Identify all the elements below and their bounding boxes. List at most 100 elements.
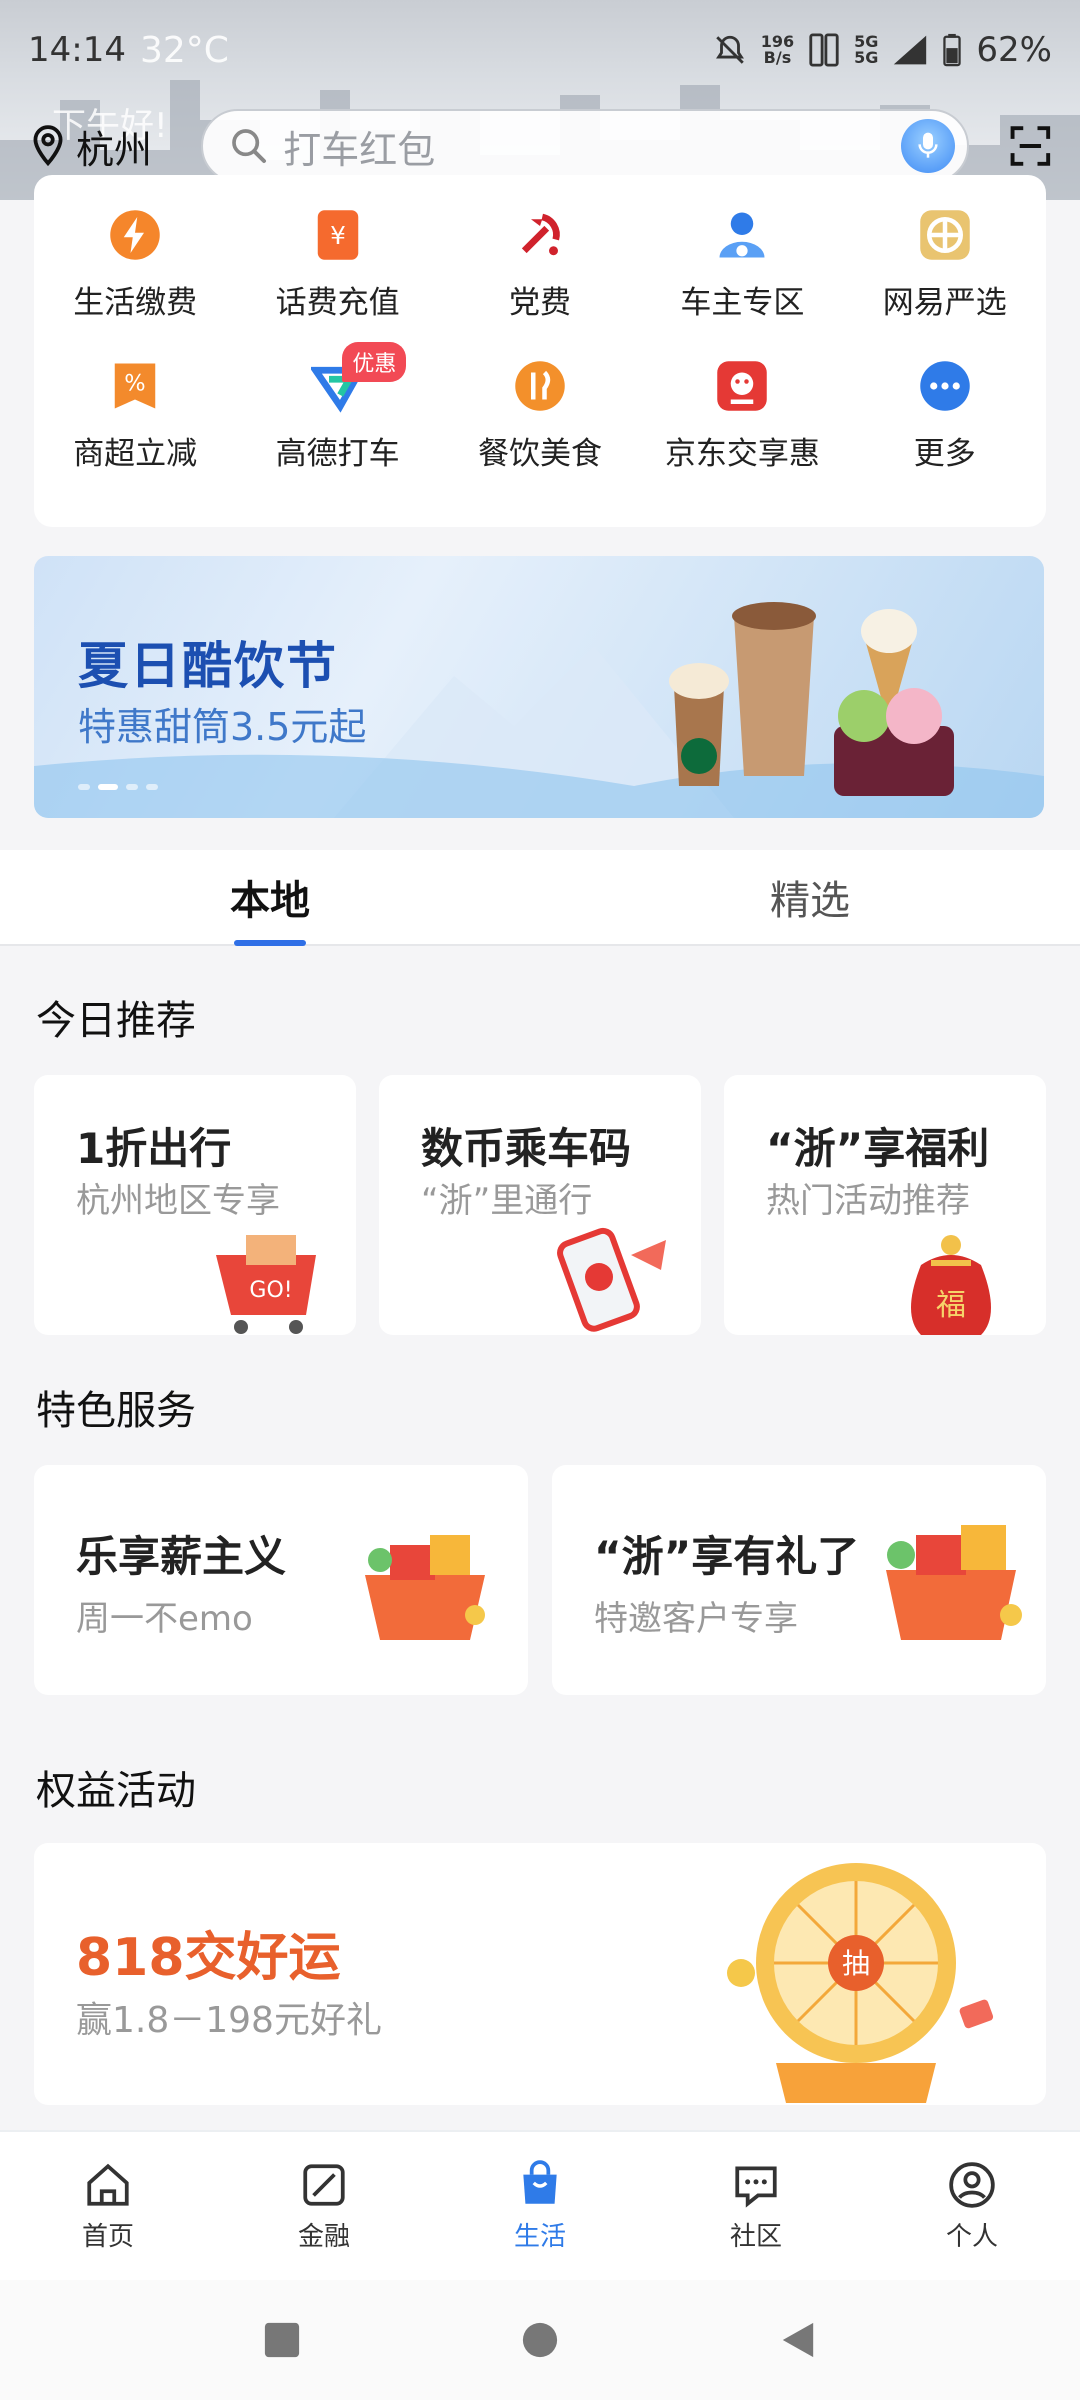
battery-percent: 62%: [976, 30, 1052, 70]
gift-basket-icon: [365, 1535, 485, 1640]
card-title: 1折出行: [76, 1124, 232, 1173]
more-icon: [915, 356, 975, 416]
gift-basket-icon: [886, 1525, 1022, 1640]
network-speed: 196 B/s: [760, 32, 795, 67]
nav-life[interactable]: 生活: [432, 2132, 648, 2280]
banner-subtitle: 特惠甜筒3.5元起: [78, 705, 367, 749]
driver-icon: [712, 205, 772, 265]
jd-icon: [712, 356, 772, 416]
card-subtitle: 杭州地区专享: [76, 1181, 280, 1221]
service-label: 商超立减: [73, 436, 198, 472]
community-icon: [735, 2165, 777, 2208]
nav-label: 金融: [297, 2221, 350, 2252]
voice-search-button[interactable]: [901, 119, 956, 173]
featured-card-zhe-gifts[interactable]: “浙”享有礼了 特邀客户专享: [552, 1465, 1046, 1695]
section-title-featured: 特色服务: [36, 1388, 196, 1434]
service-item-jd[interactable]: 京东交享惠: [641, 356, 843, 507]
featured-card-salary[interactable]: 乐享薪主义 周一不emo: [34, 1465, 528, 1695]
back-triangle-icon[interactable]: [779, 2321, 817, 2359]
drinks-icecream-image: [669, 602, 954, 796]
home-circle-icon[interactable]: [521, 2321, 559, 2359]
card-subtitle: 特邀客户专享: [594, 1599, 798, 1639]
microphone-icon: [918, 132, 938, 158]
promo-badge: 优惠: [342, 342, 407, 382]
wheel-center-text: 抽: [842, 1947, 870, 1980]
svg-text:%: %: [124, 371, 145, 397]
signal-icon: [894, 35, 927, 65]
nav-label: 生活: [513, 2221, 566, 2252]
card-subtitle: “浙”里通行: [421, 1181, 593, 1221]
city-name: 杭州: [76, 127, 153, 172]
discount-icon: %: [105, 356, 165, 416]
service-item-supermarket-discount[interactable]: % 商超立减: [34, 356, 236, 507]
shopping-cart-icon: GO!: [216, 1235, 316, 1334]
today-card-zhe-benefits[interactable]: “浙”享福利 热门活动推荐 福: [724, 1075, 1046, 1335]
service-label: 网易严选: [882, 285, 1007, 321]
service-label: 餐饮美食: [477, 436, 602, 472]
svg-text:福: 福: [936, 1288, 966, 1323]
nav-finance[interactable]: 金融: [216, 2132, 432, 2280]
card-subtitle: 周一不emo: [76, 1599, 253, 1639]
service-label: 党费: [508, 285, 571, 321]
network-type: 5G 5G: [854, 32, 879, 67]
service-grid: 生活缴费 ¥ 话费充值 党费 车主专区 网易严选 % 商超立减 优惠 高德打车 …: [34, 175, 1046, 527]
party-emblem-icon: [510, 205, 570, 265]
pagination-dot-active: [98, 784, 118, 790]
food-icon: [510, 356, 570, 416]
service-item-gaode-taxi[interactable]: 优惠 高德打车: [236, 342, 438, 507]
card-title: “浙”享福利: [766, 1124, 990, 1173]
header: 14:14 32°C 196 B/s 5G 5G 62% 下午好! 杭州 打车红包: [0, 0, 1080, 200]
benefit-card-lucky[interactable]: 818交好运 赢1.8－198元好礼 抽: [34, 1843, 1046, 2105]
location-selector[interactable]: 杭州: [28, 119, 173, 174]
life-bag-icon: [523, 2159, 557, 2204]
nav-home[interactable]: 首页: [0, 2132, 216, 2280]
finance-icon: [303, 2163, 345, 2206]
scan-qr-icon[interactable]: [1009, 121, 1052, 171]
service-item-car-owner[interactable]: 车主专区: [641, 205, 843, 356]
top-bar: 杭州 打车红包: [0, 108, 1080, 184]
service-item-party-fee[interactable]: 党费: [439, 205, 641, 356]
service-label: 车主专区: [680, 285, 805, 321]
nav-label: 个人: [945, 2221, 998, 2252]
card-title: 乐享薪主义: [76, 1532, 287, 1581]
bottom-navigation: 首页 金融 生活 社区 个人: [0, 2130, 1080, 2280]
service-item-netease-yanxuan[interactable]: 网易严选: [844, 205, 1046, 356]
pagination-dot: [146, 784, 158, 790]
card-title: 数币乘车码: [421, 1124, 632, 1173]
nav-profile[interactable]: 个人: [864, 2132, 1080, 2280]
content-tabs: 本地 精选: [0, 850, 1080, 946]
pagination-dot: [78, 784, 90, 790]
recent-apps-icon[interactable]: [263, 2321, 301, 2359]
tab-local[interactable]: 本地: [0, 850, 540, 944]
phone-icon: [557, 1227, 666, 1332]
service-item-more[interactable]: 更多: [844, 356, 1046, 507]
card-title: “浙”享有礼了: [594, 1532, 860, 1581]
search-icon: [232, 129, 267, 163]
card-subtitle: 赢1.8－198元好礼: [76, 2000, 382, 2041]
today-card-ecny-ride[interactable]: 数币乘车码 “浙”里通行: [379, 1075, 701, 1335]
weather-temp: 32°C: [139, 29, 229, 71]
service-item-phone-recharge[interactable]: ¥ 话费充值: [236, 205, 438, 356]
nav-label: 社区: [729, 2221, 782, 2252]
profile-icon: [949, 2161, 995, 2208]
section-title-benefits: 权益活动: [36, 1768, 196, 1814]
promo-banner[interactable]: 夏日酷饮节 特惠甜筒3.5元起: [34, 556, 1044, 818]
nav-community[interactable]: 社区: [648, 2132, 864, 2280]
mute-bell-icon: [715, 35, 744, 64]
tab-featured[interactable]: 精选: [540, 850, 1080, 944]
search-input[interactable]: 打车红包: [201, 109, 970, 183]
pagination-dot: [126, 784, 138, 790]
yuan-icon: ¥: [308, 205, 368, 265]
banner-pagination: [78, 784, 158, 790]
lucky-bag-icon: 福: [911, 1235, 991, 1335]
today-card-travel[interactable]: 1折出行 杭州地区专享 GO!: [34, 1075, 356, 1335]
status-time: 14:14: [28, 30, 126, 70]
battery-icon: [943, 33, 962, 67]
card-subtitle: 热门活动推荐: [766, 1181, 970, 1221]
svg-text:¥: ¥: [330, 221, 346, 250]
nav-label: 首页: [81, 2221, 134, 2252]
service-label: 生活缴费: [73, 285, 198, 321]
service-item-food[interactable]: 餐饮美食: [439, 356, 641, 507]
status-bar: 14:14 32°C 196 B/s 5G 5G 62%: [0, 0, 1080, 100]
service-item-life-payment[interactable]: 生活缴费: [34, 205, 236, 356]
